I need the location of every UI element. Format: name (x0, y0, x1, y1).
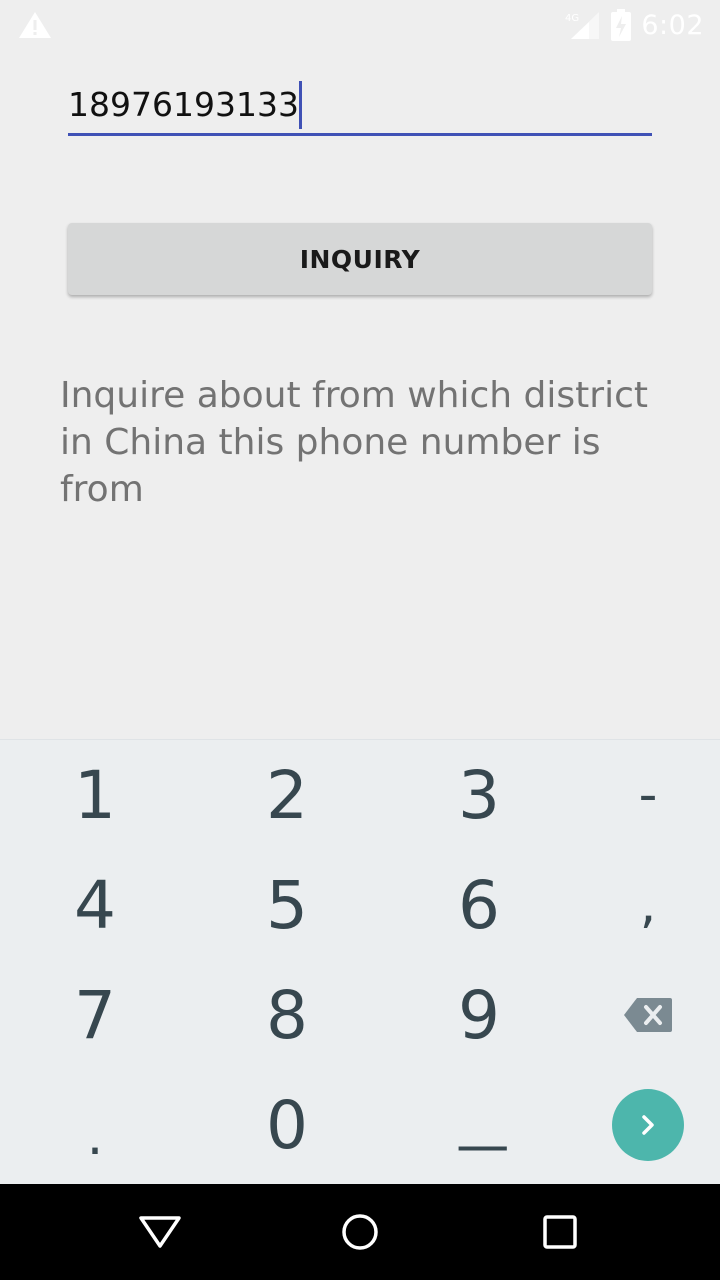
key-space[interactable]: _ (389, 1070, 569, 1180)
key-comma[interactable]: , (558, 850, 720, 960)
back-button[interactable] (130, 1204, 190, 1260)
battery-charging-icon (611, 9, 632, 41)
key-6[interactable]: 6 (389, 850, 569, 960)
recents-icon (543, 1215, 577, 1249)
status-bar: 4G 6:02 (0, 0, 720, 50)
back-icon (139, 1216, 181, 1248)
numeric-keyboard: 1 2 3 - 4 5 6 , 7 8 9 . 0 _ (0, 739, 720, 1184)
key-4[interactable]: 4 (5, 850, 185, 960)
enter-button-circle (612, 1089, 684, 1161)
key-period[interactable]: . (5, 1070, 185, 1180)
key-3[interactable]: 3 (389, 740, 569, 850)
status-time: 6:02 (641, 9, 704, 41)
key-0[interactable]: 0 (197, 1070, 377, 1180)
chevron-right-icon (642, 1115, 654, 1135)
backspace-icon (624, 998, 672, 1032)
description-text: Inquire about from which district in Chi… (60, 375, 648, 510)
navigation-bar (0, 1184, 720, 1280)
phone-number-input[interactable]: 18976193133 (68, 76, 652, 136)
key-2[interactable]: 2 (197, 740, 377, 850)
text-cursor (298, 80, 302, 129)
home-icon (342, 1214, 378, 1250)
key-8[interactable]: 8 (197, 960, 377, 1070)
warning-icon (19, 12, 51, 38)
key-5[interactable]: 5 (197, 850, 377, 960)
status-right: 4G 6:02 (565, 6, 704, 44)
recents-button[interactable] (530, 1204, 590, 1260)
key-space-label: _ (459, 1083, 505, 1151)
network-type-label: 4G (565, 13, 579, 24)
phone-number-value: 18976193133 (68, 85, 299, 124)
home-button[interactable] (330, 1204, 390, 1260)
key-enter[interactable] (558, 1070, 720, 1180)
cellular-signal-icon: 4G (565, 12, 600, 39)
inquiry-button[interactable]: INQUIRY (68, 223, 652, 295)
key-9[interactable]: 9 (389, 960, 569, 1070)
key-7[interactable]: 7 (5, 960, 185, 1070)
key-dash[interactable]: - (558, 740, 720, 850)
key-period-label: . (86, 1107, 104, 1167)
key-1[interactable]: 1 (5, 740, 185, 850)
key-backspace[interactable] (558, 960, 720, 1070)
